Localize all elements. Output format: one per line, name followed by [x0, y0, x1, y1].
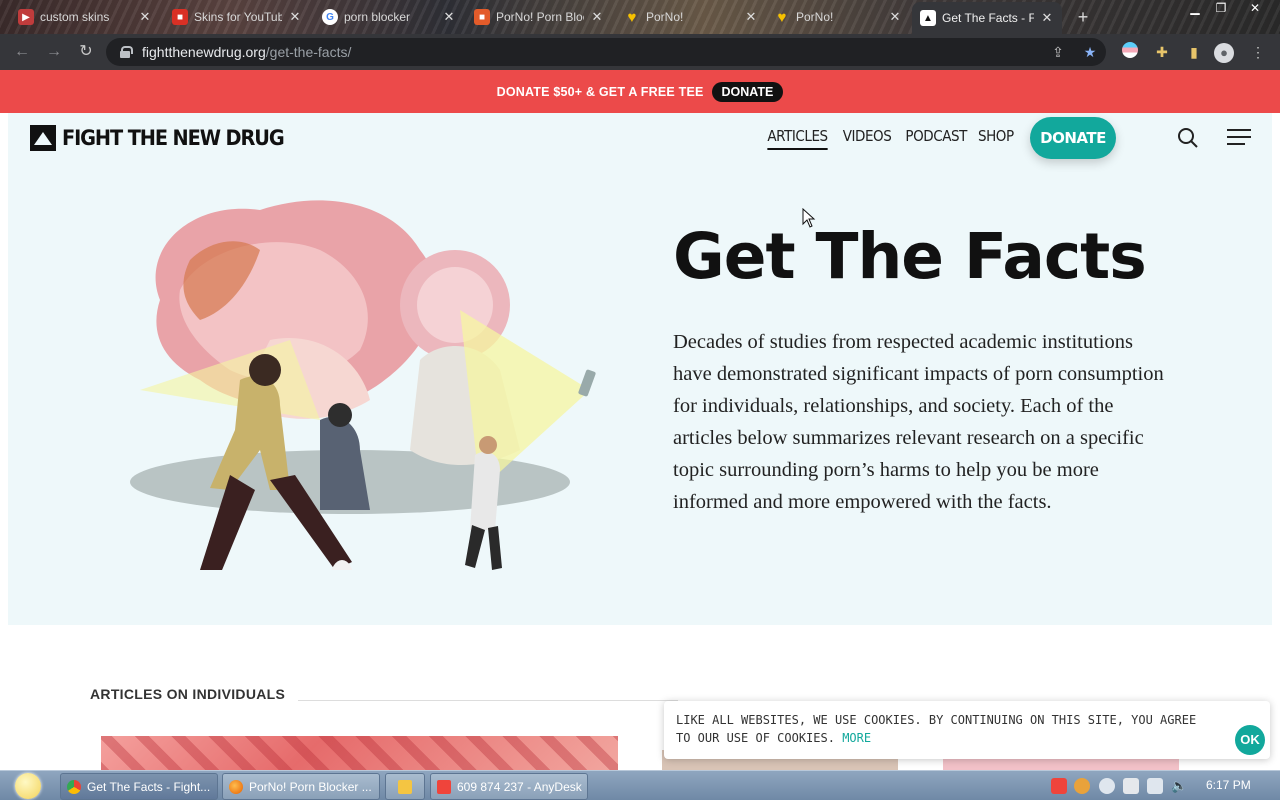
- tray-network-icon[interactable]: [1147, 778, 1163, 794]
- tab-favicon-icon: ■: [172, 9, 188, 25]
- tray-search-icon[interactable]: [1074, 778, 1090, 794]
- tab-favicon-icon: ▶: [18, 9, 34, 25]
- forward-icon[interactable]: →: [42, 40, 66, 64]
- cookie-more-link[interactable]: MORE: [842, 731, 871, 745]
- site-header: FIGHT THE NEW DRUG ARTICLES VIDEOS PODCA…: [0, 113, 1280, 163]
- taskbar-item-label: PorNo! Porn Blocker ...: [249, 779, 372, 794]
- folder-icon: [398, 779, 412, 794]
- hero-illustration: [130, 200, 596, 570]
- article-card-image[interactable]: [101, 736, 618, 770]
- nav-podcast[interactable]: PODCAST: [905, 127, 967, 145]
- hero-description: Decades of studies from respected academ…: [673, 331, 1164, 513]
- taskbar-item-label: 609 874 237 - AnyDesk: [457, 779, 582, 794]
- tab-close-icon[interactable]: ✕: [1040, 10, 1054, 26]
- tab-close-icon[interactable]: ✕: [288, 9, 302, 25]
- browser-toolbar: ← → ↻ fightthenewdrug.org/get-the-facts/…: [0, 34, 1280, 70]
- mouse-cursor-icon: [802, 208, 816, 228]
- logo-mark-icon: [30, 125, 56, 151]
- section-heading: ARTICLES ON INDIVIDUALS: [90, 686, 286, 702]
- system-clock: 6:17 PM: [1206, 778, 1251, 792]
- tab-title: PorNo!: [796, 10, 834, 24]
- tray-status-icon[interactable]: [1099, 778, 1115, 794]
- logo-text: FIGHT THE NEW DRUG: [62, 126, 285, 150]
- search-icon[interactable]: [1177, 127, 1199, 149]
- promo-banner: DONATE $50+ & GET A FREE TEE DONATE: [0, 70, 1280, 113]
- address-bar[interactable]: fightthenewdrug.org/get-the-facts/: [106, 38, 1106, 66]
- taskbar-item-folder[interactable]: [385, 773, 425, 800]
- tab-close-icon[interactable]: ✕: [744, 9, 758, 25]
- cookie-ok-button[interactable]: OK: [1235, 725, 1265, 755]
- new-tab-icon[interactable]: +: [1072, 6, 1094, 28]
- browser-tab[interactable]: G porn blocker ✕: [314, 4, 464, 30]
- tab-favicon-icon: ■: [474, 9, 490, 25]
- extensions-puzzle-icon[interactable]: ✚: [1152, 42, 1172, 62]
- anydesk-icon: [437, 779, 451, 794]
- ftnd-favicon-icon: ▲: [920, 10, 936, 26]
- cookie-text: LIKE ALL WEBSITES, WE USE COOKIES. BY CO…: [676, 713, 1197, 745]
- web-page: DONATE $50+ & GET A FREE TEE DONATE FIGH…: [0, 70, 1280, 770]
- google-icon: G: [322, 9, 338, 25]
- hamburger-menu-icon[interactable]: [1227, 129, 1251, 147]
- heart-icon: ♥: [627, 8, 637, 26]
- browser-tab-active[interactable]: ▲ Get The Facts - Fight the New Drug ✕: [912, 2, 1062, 34]
- tab-close-icon[interactable]: ✕: [138, 9, 152, 25]
- site-logo[interactable]: FIGHT THE NEW DRUG: [30, 125, 303, 151]
- tab-title: Get The Facts - Fight the New Drug: [942, 11, 1034, 25]
- nav-shop[interactable]: SHOP: [978, 127, 1014, 145]
- extension-flag-icon[interactable]: [1120, 42, 1140, 62]
- start-button[interactable]: [6, 771, 50, 800]
- lock-icon: [120, 46, 133, 58]
- reload-icon[interactable]: ↻: [74, 40, 98, 64]
- share-icon[interactable]: ⇪: [1048, 42, 1068, 62]
- tab-title: PorNo! Porn Blocker: [496, 10, 584, 24]
- back-icon[interactable]: ←: [10, 40, 34, 64]
- restore-icon[interactable]: ❐: [1204, 0, 1238, 18]
- url-host: fightthenewdrug.org: [142, 44, 266, 60]
- taskbar-item-label: Get The Facts - Fight...: [87, 779, 211, 794]
- tab-title: custom skins: [40, 10, 110, 24]
- promo-donate-button[interactable]: DONATE: [711, 81, 784, 102]
- chrome-icon: [67, 779, 81, 794]
- taskbar-item-firefox[interactable]: PorNo! Porn Blocker ...: [222, 773, 380, 800]
- browser-tab[interactable]: ♥ PorNo! ✕: [616, 4, 766, 30]
- profile-avatar-icon[interactable]: ●: [1214, 42, 1234, 63]
- browser-tab[interactable]: ▶ custom skins ✕: [10, 4, 160, 30]
- start-orb-icon: [15, 773, 41, 799]
- taskbar-item-chrome[interactable]: Get The Facts - Fight...: [60, 773, 218, 800]
- browser-tab-strip: ▶ custom skins ✕ ■ Skins for YouTube ✕ G…: [0, 0, 1280, 34]
- tray-flag-icon[interactable]: [1123, 778, 1139, 794]
- browser-tab[interactable]: ■ PorNo! Porn Blocker ✕: [466, 4, 612, 30]
- section-divider: [298, 700, 678, 701]
- bookmark-star-icon[interactable]: ★: [1080, 42, 1100, 62]
- close-window-icon[interactable]: ✕: [1238, 0, 1272, 18]
- page-title: Get The Facts: [673, 220, 1147, 293]
- tab-close-icon[interactable]: ✕: [442, 9, 456, 25]
- url-path: /get-the-facts/: [265, 44, 352, 60]
- taskbar-item-anydesk[interactable]: 609 874 237 - AnyDesk: [430, 773, 588, 800]
- kebab-menu-icon[interactable]: ⋮: [1248, 42, 1268, 62]
- tab-close-icon[interactable]: ✕: [590, 9, 604, 25]
- tab-title: PorNo!: [646, 10, 684, 24]
- side-panel-icon[interactable]: ▮: [1184, 42, 1204, 62]
- promo-text: DONATE $50+ & GET A FREE TEE: [496, 84, 704, 99]
- cookie-banner: LIKE ALL WEBSITES, WE USE COOKIES. BY CO…: [664, 701, 1270, 759]
- os-taskbar: Get The Facts - Fight... PorNo! Porn Blo…: [0, 770, 1280, 800]
- nav-videos[interactable]: VIDEOS: [843, 127, 892, 145]
- heart-icon: ♥: [777, 8, 787, 26]
- header-donate-button[interactable]: DONATE: [1030, 117, 1116, 159]
- tab-title: Skins for YouTube: [194, 10, 282, 24]
- tab-close-icon[interactable]: ✕: [888, 9, 902, 25]
- tab-title: porn blocker: [344, 10, 411, 24]
- tray-anydesk-icon[interactable]: [1051, 778, 1067, 794]
- nav-articles[interactable]: ARTICLES: [767, 127, 828, 150]
- browser-tab[interactable]: ■ Skins for YouTube ✕: [164, 4, 310, 30]
- tray-volume-icon[interactable]: 🔈: [1171, 778, 1187, 794]
- browser-tab[interactable]: ♥ PorNo! ✕: [766, 4, 910, 30]
- firefox-icon: [229, 779, 243, 794]
